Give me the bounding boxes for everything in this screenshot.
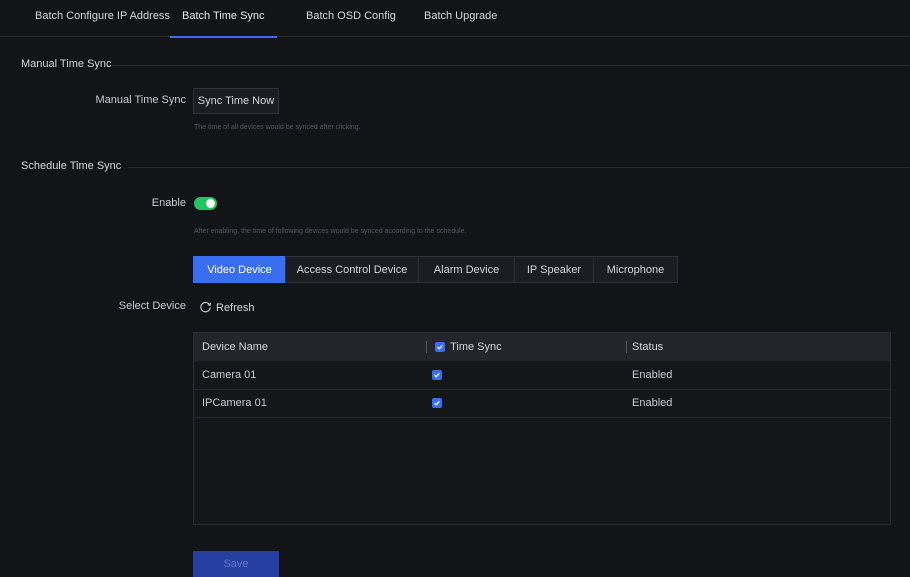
column-header-device-name: Device Name bbox=[202, 341, 269, 353]
device-table: Device Name Time Sync Status Camera 01 E… bbox=[193, 332, 891, 525]
tab-batch-configure-ip[interactable]: Batch Configure IP Address bbox=[35, 0, 170, 36]
toggle-knob bbox=[206, 199, 215, 208]
time-sync-header-label: Time Sync bbox=[450, 341, 502, 353]
schedule-hint: After enabling, the time of following de… bbox=[194, 228, 467, 235]
column-header-time-sync: Time Sync bbox=[426, 333, 502, 361]
tab-batch-osd-config[interactable]: Batch OSD Config bbox=[306, 0, 396, 36]
refresh-icon bbox=[199, 300, 212, 316]
section-divider bbox=[112, 65, 910, 66]
table-row[interactable]: Camera 01 Enabled bbox=[194, 361, 890, 390]
row-time-sync-checkbox[interactable] bbox=[432, 370, 442, 380]
manual-time-sync-label: Manual Time Sync bbox=[95, 94, 186, 106]
section-divider bbox=[128, 167, 910, 168]
enable-label: Enable bbox=[151, 197, 186, 209]
refresh-label: Refresh bbox=[216, 301, 255, 314]
row-time-sync-checkbox[interactable] bbox=[432, 398, 442, 408]
device-tab-video[interactable]: Video Device bbox=[193, 256, 286, 283]
section-title-manual: Manual Time Sync bbox=[21, 58, 112, 70]
column-separator bbox=[626, 341, 627, 354]
column-separator bbox=[426, 341, 427, 354]
tab-batch-upgrade[interactable]: Batch Upgrade bbox=[424, 0, 497, 36]
device-tab-access-control[interactable]: Access Control Device bbox=[285, 256, 419, 283]
section-title-schedule: Schedule Time Sync bbox=[21, 160, 122, 172]
select-device-label: Select Device bbox=[118, 300, 186, 312]
device-name-cell: Camera 01 bbox=[202, 369, 257, 381]
status-cell: Enabled bbox=[632, 369, 673, 381]
status-cell: Enabled bbox=[632, 397, 673, 409]
manual-hint: The time of all devices would be synced … bbox=[194, 124, 361, 131]
device-tab-ip-speaker[interactable]: IP Speaker bbox=[514, 256, 594, 283]
save-button[interactable]: Save bbox=[193, 551, 279, 577]
enable-toggle[interactable] bbox=[194, 197, 217, 210]
column-header-status: Status bbox=[626, 333, 663, 361]
table-header: Device Name Time Sync Status bbox=[194, 333, 890, 361]
refresh-button[interactable]: Refresh bbox=[199, 300, 255, 316]
header-select-all-checkbox[interactable] bbox=[435, 342, 446, 353]
sync-time-now-button[interactable]: Sync Time Now bbox=[193, 88, 279, 114]
table-row[interactable]: IPCamera 01 Enabled bbox=[194, 389, 890, 418]
top-tab-bar: Batch Configure IP Address Batch Time Sy… bbox=[0, 0, 910, 38]
status-header-label: Status bbox=[632, 341, 664, 353]
device-tab-alarm[interactable]: Alarm Device bbox=[418, 256, 515, 283]
device-name-cell: IPCamera 01 bbox=[202, 397, 267, 409]
device-tab-microphone[interactable]: Microphone bbox=[593, 256, 678, 283]
tab-batch-time-sync[interactable]: Batch Time Sync bbox=[170, 0, 277, 38]
